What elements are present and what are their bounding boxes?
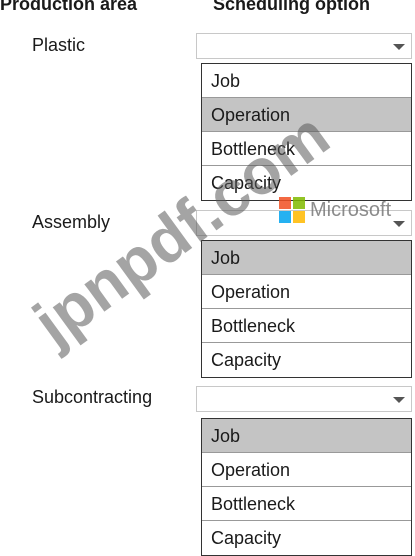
chevron-down-icon[interactable] bbox=[393, 44, 405, 50]
option-capacity[interactable]: Capacity bbox=[202, 521, 411, 555]
assembly-dropdown[interactable] bbox=[196, 210, 412, 236]
option-bottleneck[interactable]: Bottleneck bbox=[202, 132, 411, 166]
option-operation[interactable]: Operation bbox=[202, 98, 411, 132]
option-job[interactable]: Job bbox=[202, 419, 411, 453]
area-label-subcontracting: Subcontracting bbox=[32, 387, 153, 407]
scheduling-option-header: Scheduling option bbox=[213, 0, 370, 14]
subcontracting-dropdown[interactable] bbox=[196, 386, 412, 412]
chevron-down-icon[interactable] bbox=[393, 221, 405, 227]
subcontracting-option-list: Job Operation Bottleneck Capacity bbox=[201, 418, 412, 556]
option-job[interactable]: Job bbox=[202, 241, 411, 275]
assembly-option-list: Job Operation Bottleneck Capacity bbox=[201, 240, 412, 378]
area-label-plastic: Plastic bbox=[32, 35, 86, 55]
option-capacity[interactable]: Capacity bbox=[202, 343, 411, 377]
option-bottleneck[interactable]: Bottleneck bbox=[202, 309, 411, 343]
plastic-dropdown[interactable] bbox=[196, 33, 412, 59]
production-area-header: Production area bbox=[0, 0, 138, 14]
option-operation[interactable]: Operation bbox=[202, 453, 411, 487]
chevron-down-icon[interactable] bbox=[393, 397, 405, 403]
option-operation[interactable]: Operation bbox=[202, 275, 411, 309]
area-label-assembly: Assembly bbox=[32, 212, 111, 232]
option-bottleneck[interactable]: Bottleneck bbox=[202, 487, 411, 521]
option-capacity[interactable]: Capacity bbox=[202, 166, 411, 200]
option-job[interactable]: Job bbox=[202, 64, 411, 98]
plastic-option-list: Job Operation Bottleneck Capacity bbox=[201, 63, 412, 201]
